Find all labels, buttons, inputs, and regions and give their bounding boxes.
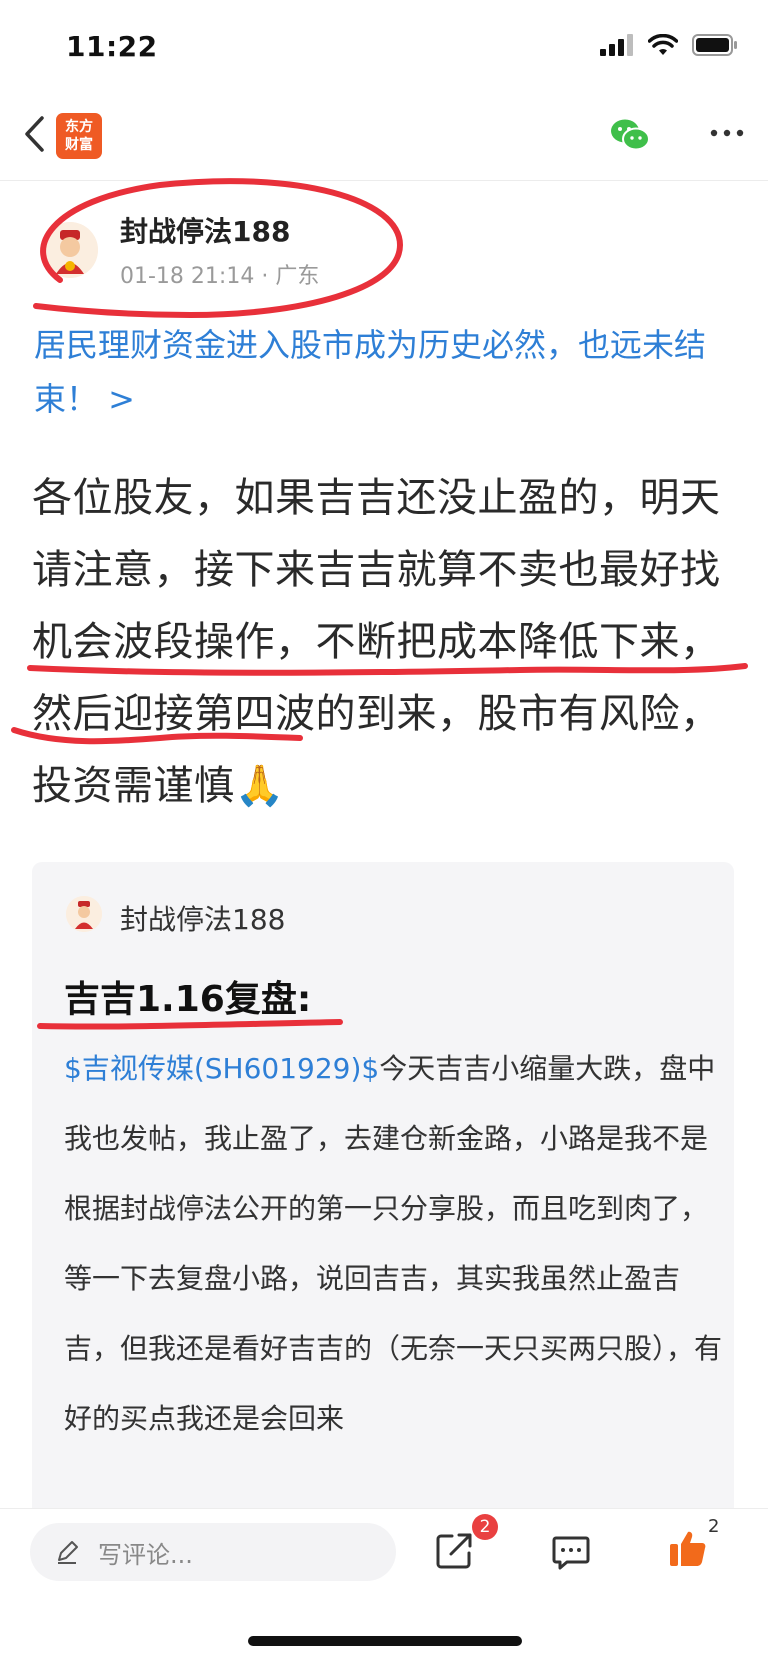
nav-divider — [0, 180, 768, 181]
battery-icon — [692, 34, 737, 56]
quoted-avatar-image — [66, 896, 102, 932]
home-indicator — [248, 1636, 522, 1646]
signal-icon — [600, 34, 633, 56]
wechat-share-button[interactable] — [610, 118, 650, 156]
author-name[interactable]: 封战停法188 — [120, 210, 290, 250]
quoted-title: 吉吉1.16复盘: — [64, 979, 312, 1020]
post-date: 01-18 21:14 — [120, 264, 255, 289]
comment-placeholder: 写评论... — [98, 1540, 193, 1569]
more-icon — [710, 129, 744, 137]
more-button[interactable] — [710, 118, 744, 152]
post-body-text: 各位股友，如果吉吉还没止盈的，明天请注意，接下来吉吉就算不卖也最好找机会波段操作… — [32, 475, 721, 809]
pencil-icon — [58, 1541, 78, 1564]
post-body: 各位股友，如果吉吉还没止盈的，明天请注意，接下来吉吉就算不卖也最好找机会波段操作… — [32, 462, 742, 822]
share-button[interactable] — [433, 1530, 475, 1576]
comment-icon — [552, 1536, 590, 1570]
share-count-badge: 2 — [472, 1514, 498, 1540]
post-meta: 01-18 21:14 · 广东 — [120, 258, 319, 290]
quoted-author-name: 封战停法188 — [120, 903, 286, 936]
back-button[interactable] — [16, 110, 52, 158]
like-count: 2 — [708, 1516, 720, 1537]
comments-button[interactable] — [551, 1532, 591, 1576]
pray-emoji-icon: 🙏 — [234, 763, 285, 809]
logo-line2: 财富 — [65, 137, 93, 153]
quoted-text: $吉视传媒(SH601929)$今天吉吉小缩量大跌，盘中我也发帖，我止盈了，去建… — [64, 1034, 724, 1454]
app-logo: 东方 财富 — [56, 113, 102, 159]
wechat-icon — [611, 119, 650, 151]
quoted-avatar — [66, 896, 102, 932]
like-button[interactable] — [668, 1528, 708, 1572]
chevron-left-icon — [25, 116, 44, 152]
stock-tag-link[interactable]: $吉视传媒(SH601929)$ — [64, 1052, 379, 1085]
quoted-body-text: 今天吉吉小缩量大跌，盘中我也发帖，我止盈了，去建仓新金路，小路是我不是根据封战停… — [64, 1052, 723, 1435]
post-location: 广东 — [275, 264, 320, 289]
avatar[interactable] — [42, 222, 98, 278]
avatar-image — [42, 222, 98, 278]
logo-line1: 东方 — [65, 119, 93, 135]
meta-separator: · — [261, 264, 276, 289]
topic-link[interactable]: 居民理财资金进入股市成为历史必然，也远未结束！ > — [34, 318, 734, 426]
quoted-post-card[interactable]: 封战停法188 吉吉1.16复盘: $吉视传媒(SH601929)$今天吉吉小缩… — [32, 862, 734, 1522]
status-icons — [600, 34, 738, 56]
share-icon — [436, 1533, 472, 1569]
thumbs-up-icon — [670, 1531, 706, 1566]
status-time: 11:22 — [66, 30, 158, 63]
comment-input[interactable]: 写评论... — [30, 1523, 396, 1581]
wifi-icon — [648, 34, 678, 55]
